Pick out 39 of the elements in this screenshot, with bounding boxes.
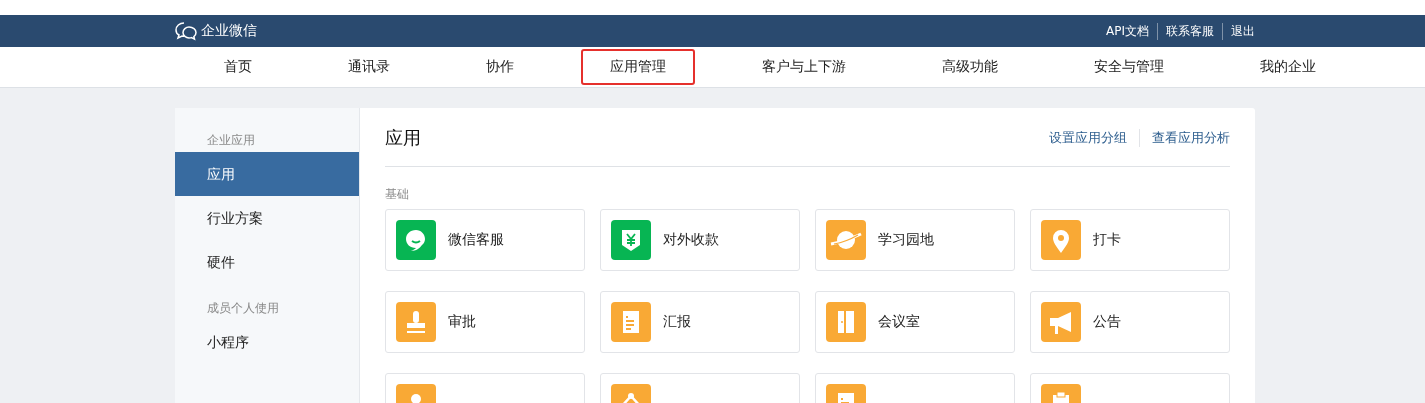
- nav-tab[interactable]: 应用管理: [581, 49, 695, 85]
- header-link[interactable]: API文档: [1098, 22, 1157, 40]
- app-name: 学习园地: [878, 231, 934, 249]
- action-link[interactable]: 查看应用分析: [1139, 129, 1230, 147]
- section-heading: 基础: [385, 186, 410, 203]
- logo-text: 企业微信: [201, 22, 257, 40]
- app-name: 打卡: [1093, 231, 1121, 249]
- app-name: 会议室: [878, 313, 920, 331]
- nav-tab[interactable]: 客户与上下游: [733, 49, 875, 85]
- app-name: 微信客服: [448, 231, 504, 249]
- header-link[interactable]: 联系客服: [1157, 22, 1222, 40]
- app-card[interactable]: 打卡: [1030, 209, 1230, 271]
- app-name: 公告: [1093, 313, 1121, 331]
- app-card[interactable]: 微信客服: [385, 209, 585, 271]
- header-link[interactable]: 退出: [1222, 22, 1255, 40]
- nav-tab[interactable]: 首页: [195, 49, 281, 85]
- sidebar-item[interactable]: 应用: [175, 152, 359, 196]
- app-card[interactable]: 公告: [1030, 291, 1230, 353]
- app-name: 汇报: [663, 313, 691, 331]
- nav-tab[interactable]: 通讯录: [319, 49, 419, 85]
- sidebar-item[interactable]: 小程序: [175, 320, 359, 364]
- nav-tab[interactable]: 高级功能: [913, 49, 1027, 85]
- app-name: 对外收款: [663, 231, 719, 249]
- app-card[interactable]: 学习园地: [815, 209, 1015, 271]
- app-name: 审批: [448, 313, 476, 331]
- sidebar-heading: 企业应用: [206, 132, 256, 149]
- app-card[interactable]: 会议室: [815, 291, 1015, 353]
- sidebar-item[interactable]: 硬件: [175, 240, 359, 284]
- action-link[interactable]: 设置应用分组: [1037, 129, 1139, 147]
- nav-tab[interactable]: 协作: [457, 49, 543, 85]
- sidebar-heading: 成员个人使用: [206, 300, 280, 317]
- page-title: 应用: [385, 126, 421, 150]
- app-card[interactable]: 对外收款: [600, 209, 800, 271]
- app-card[interactable]: 审批: [385, 291, 585, 353]
- chat-bubbles-icon: [175, 21, 197, 41]
- sidebar-item[interactable]: 行业方案: [175, 196, 359, 240]
- nav-tab[interactable]: 我的企业: [1231, 49, 1345, 85]
- app-card[interactable]: 汇报: [600, 291, 800, 353]
- nav-tab[interactable]: 安全与管理: [1065, 49, 1193, 85]
